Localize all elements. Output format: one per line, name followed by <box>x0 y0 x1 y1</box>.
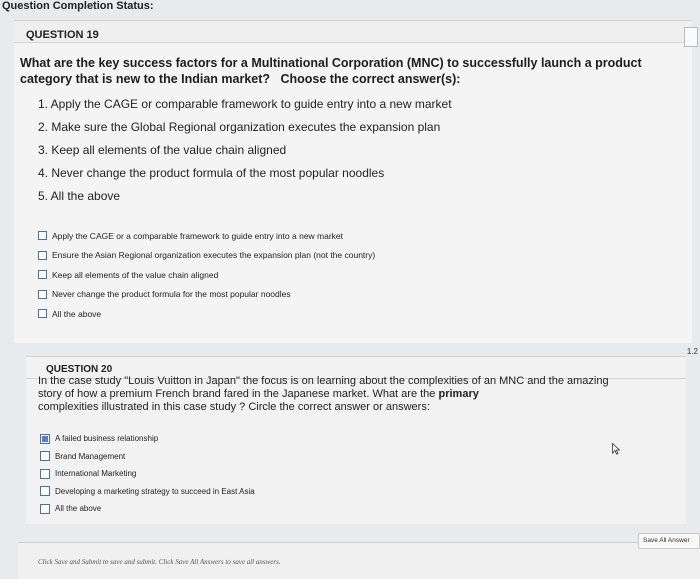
answer-option-label: A failed business relationship <box>55 434 159 444</box>
answer-option-label: Brand Management <box>55 451 126 461</box>
answer-option[interactable]: Developing a marketing strategy to succe… <box>40 483 255 501</box>
answer-option-label: Keep all elements of the value chain ali… <box>52 269 219 280</box>
question-19-header: QUESTION 19 <box>14 21 692 43</box>
question-19-instruction: Choose the correct answer(s): <box>280 72 461 86</box>
list-item: 2. Make sure the Global Regional organiz… <box>38 120 441 134</box>
answer-option[interactable]: Brand Management <box>40 448 255 466</box>
checkbox[interactable] <box>38 309 47 319</box>
checkbox[interactable] <box>38 231 47 241</box>
checkbox[interactable] <box>40 468 50 479</box>
scroll-handle[interactable] <box>684 27 698 47</box>
checkbox[interactable] <box>40 486 50 497</box>
question-19-options: Apply the CAGE or a comparable framework… <box>38 226 375 324</box>
answer-option-label: Apply the CAGE or a comparable framework… <box>52 230 344 241</box>
answer-option-label: International Marketing <box>55 469 137 479</box>
question-19-statement-list: 1. Apply the CAGE or comparable framewor… <box>38 97 452 212</box>
footer-bar: Click Save and Submit to save and submit… <box>18 542 700 579</box>
answer-option-label: All the above <box>52 308 102 319</box>
answer-option-label: Never change the product formula for the… <box>52 289 291 300</box>
question-20-panel: QUESTION 20 In the case study "Louis Vui… <box>26 356 686 524</box>
completion-status-label: Question Completion Status: <box>2 0 154 12</box>
answer-option-label: Ensure the Asian Regional organization e… <box>52 250 376 261</box>
question-20-part2: complexities illustrated in this case st… <box>38 401 430 413</box>
answer-option-label: Developing a marketing strategy to succe… <box>55 486 255 496</box>
answer-option[interactable]: International Marketing <box>40 465 255 483</box>
points-value: 1.2 <box>686 347 698 356</box>
list-item: 5. All the above <box>38 189 121 203</box>
question-20-part1: In the case study "Louis Vuitton in Japa… <box>38 375 609 400</box>
checkbox[interactable] <box>40 451 50 462</box>
save-all-answers-button[interactable]: Save All Answer <box>638 533 700 549</box>
question-19-panel: QUESTION 19 What are the key success fac… <box>14 20 698 343</box>
question-20-options: A failed business relationship Brand Man… <box>40 430 255 518</box>
list-item: 3. Keep all elements of the value chain … <box>38 143 287 157</box>
checkbox[interactable] <box>38 270 47 280</box>
question-20-text: In the case study "Louis Vuitton in Japa… <box>38 375 630 414</box>
answer-option[interactable]: All the above <box>38 304 375 324</box>
question-19-text: What are the key success factors for a M… <box>20 55 650 87</box>
answer-option[interactable]: Never change the product formula for the… <box>38 285 375 305</box>
answer-option[interactable]: All the above <box>40 500 255 518</box>
answer-option[interactable]: Keep all elements of the value chain ali… <box>38 265 375 285</box>
answer-option[interactable]: Ensure the Asian Regional organization e… <box>38 246 375 266</box>
checkbox[interactable] <box>38 289 47 299</box>
question-20-bold: primary <box>438 388 479 400</box>
list-item: 1. Apply the CAGE or comparable framewor… <box>38 97 452 111</box>
checkbox[interactable] <box>40 503 50 514</box>
answer-option[interactable]: Apply the CAGE or a comparable framework… <box>38 226 375 246</box>
checkbox[interactable] <box>38 250 47 260</box>
mouse-pointer-icon <box>612 443 620 455</box>
checkbox-checked[interactable] <box>40 433 50 444</box>
answer-option[interactable]: A failed business relationship <box>40 430 255 448</box>
list-item: 4. Never change the product formula of t… <box>38 166 385 180</box>
footer-instructions: Click Save and Submit to save and submit… <box>38 558 281 566</box>
answer-option-label: All the above <box>55 504 102 514</box>
